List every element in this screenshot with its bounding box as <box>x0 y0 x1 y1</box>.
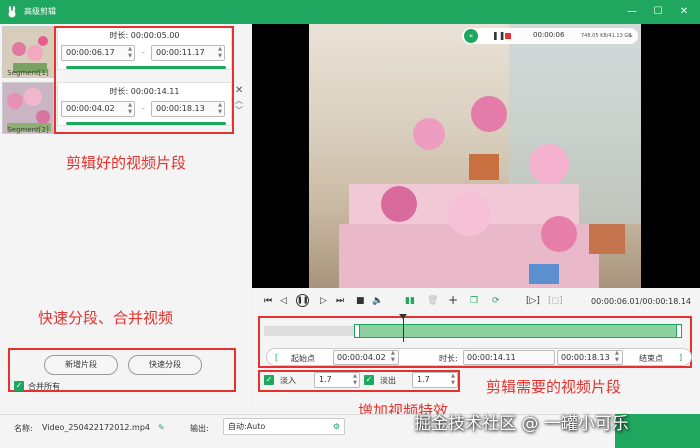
bracket-left-icon: [ <box>275 353 279 362</box>
fade-in-checkbox[interactable]: ✓ <box>264 375 274 385</box>
segment-label: Segment[1] <box>7 69 49 77</box>
end-point-input[interactable]: 00:00:18.13 <box>557 350 623 365</box>
spinner-icon[interactable]: ▲ ▼ <box>353 373 357 387</box>
chevron-down-icon[interactable]: ﹀ <box>235 105 243 116</box>
volume-icon[interactable]: 🔈 <box>372 296 383 306</box>
pause-icon[interactable]: ❚❚ <box>296 294 309 307</box>
start-point-button[interactable]: 起始点 <box>291 353 315 364</box>
edit-icon[interactable]: ✎ <box>158 423 165 432</box>
overlay-time: 00:00:06 <box>533 31 565 39</box>
plus-icon[interactable]: + <box>448 293 458 307</box>
close-button[interactable]: ✕ <box>676 4 692 20</box>
overlay-size: 748.05 KB/41.13 GB <box>581 33 632 39</box>
fade-out-input[interactable]: 1.7 ▲ ▼ <box>412 372 458 388</box>
duration-input[interactable]: 00:00:14.11 <box>463 350 555 365</box>
start-point-input[interactable]: 00:00:04.02 <box>333 350 399 365</box>
spinner-icon[interactable]: ▲ ▼ <box>615 350 619 364</box>
fade-in-input[interactable]: 1.7 ▲ ▼ <box>314 372 360 388</box>
rabbit-logo-icon <box>8 6 16 18</box>
refresh-icon[interactable]: ⟳ <box>492 296 500 306</box>
output-label: 输出: <box>190 424 209 433</box>
skip-end-icon[interactable]: ⏭ <box>336 296 344 306</box>
new-segment-button[interactable]: 新增片段 <box>44 355 118 375</box>
maximize-button[interactable]: ☐ <box>650 4 666 20</box>
trash-icon[interactable]: 🗑 <box>427 296 438 306</box>
step-forward-icon[interactable]: ▷ <box>320 296 327 306</box>
video-preview[interactable]: « ❚❚ 00:00:06 748.05 KB/41.13 GB ⌄ <box>252 24 700 288</box>
fade-out-checkbox[interactable]: ✓ <box>364 375 374 385</box>
watermark: 掘金技术社区 @ 一罐小可乐 <box>414 414 629 434</box>
minimize-button[interactable]: — <box>624 4 640 20</box>
duration-label: 时长: <box>439 354 458 363</box>
chevron-down-icon[interactable]: ⌄ <box>628 31 634 39</box>
mark-out-icon[interactable]: [◻] <box>548 296 563 306</box>
timeline-track[interactable] <box>264 314 682 344</box>
title-bar: 高级剪辑 — ☐ ✕ <box>0 0 700 24</box>
video-frame <box>309 24 641 288</box>
segment-panel: Segment[1] Segment[2] 时长: 00:00:05.00 00… <box>0 24 251 414</box>
output-select[interactable]: 自动:Auto ⚙ <box>223 418 345 435</box>
stop-icon[interactable] <box>505 33 511 39</box>
range-end-handle[interactable] <box>676 324 682 338</box>
spinner-icon[interactable]: ▲ ▼ <box>451 373 455 387</box>
end-point-button[interactable]: 结束点 <box>639 353 663 364</box>
name-label: 名称: <box>14 424 33 433</box>
step-back-icon[interactable]: ◁ <box>280 296 287 306</box>
spinner-icon[interactable]: ▲ ▼ <box>391 350 395 364</box>
filename-text: Video_250422172012.mp4 <box>42 423 150 432</box>
chevron-left-icon[interactable]: « <box>464 29 478 43</box>
stop-icon[interactable]: ■ <box>356 296 365 306</box>
annotation-clips: 剪辑好的视频片段 <box>66 154 187 172</box>
recording-overlay: « ❚❚ 00:00:06 748.05 KB/41.13 GB ⌄ <box>462 28 638 44</box>
annotation-split-merge: 快速分段、合并视频 <box>38 309 174 327</box>
annotation-box <box>54 26 234 134</box>
gear-icon[interactable]: ⚙ <box>333 419 340 434</box>
window-title: 高级剪辑 <box>24 7 56 16</box>
fade-in-label: 淡入 <box>280 376 296 385</box>
player-timecode: 00:00:06.01/00:00:18.14 <box>591 297 691 306</box>
track-selection[interactable] <box>356 324 682 338</box>
segment-label: Segment[2] <box>7 126 49 134</box>
fade-out-label: 淡出 <box>380 376 396 385</box>
merge-all-checkbox[interactable]: ✓ <box>14 381 24 391</box>
annotation-needed-clip: 剪辑需要的视频片段 <box>486 378 622 396</box>
timeline-panel: ⏮ ◁ ❚❚ ▷ ⏭ ■ 🔈 ▮▮ 🗑 + ❐ ⟳ [▷] [◻] 00:00:… <box>252 288 700 420</box>
range-start-handle[interactable] <box>354 324 360 338</box>
bracket-right-icon: ] <box>679 353 683 362</box>
skip-start-icon[interactable]: ⏮ <box>264 296 272 306</box>
playhead[interactable] <box>403 314 404 342</box>
range-bar: [ 起始点 00:00:04.02 ▲ ▼ 时长: 00:00:14.11 00:… <box>266 348 692 366</box>
flower-scene-image <box>339 24 641 288</box>
quick-split-button[interactable]: 快速分段 <box>128 355 202 375</box>
merge-all-label: 合并所有 <box>28 382 60 391</box>
copy-icon[interactable]: ❐ <box>470 296 478 306</box>
mark-in-icon[interactable]: [▷] <box>526 296 540 306</box>
pause-icon[interactable]: ❚❚ <box>492 31 505 40</box>
split-icon[interactable]: ▮▮ <box>405 296 415 306</box>
